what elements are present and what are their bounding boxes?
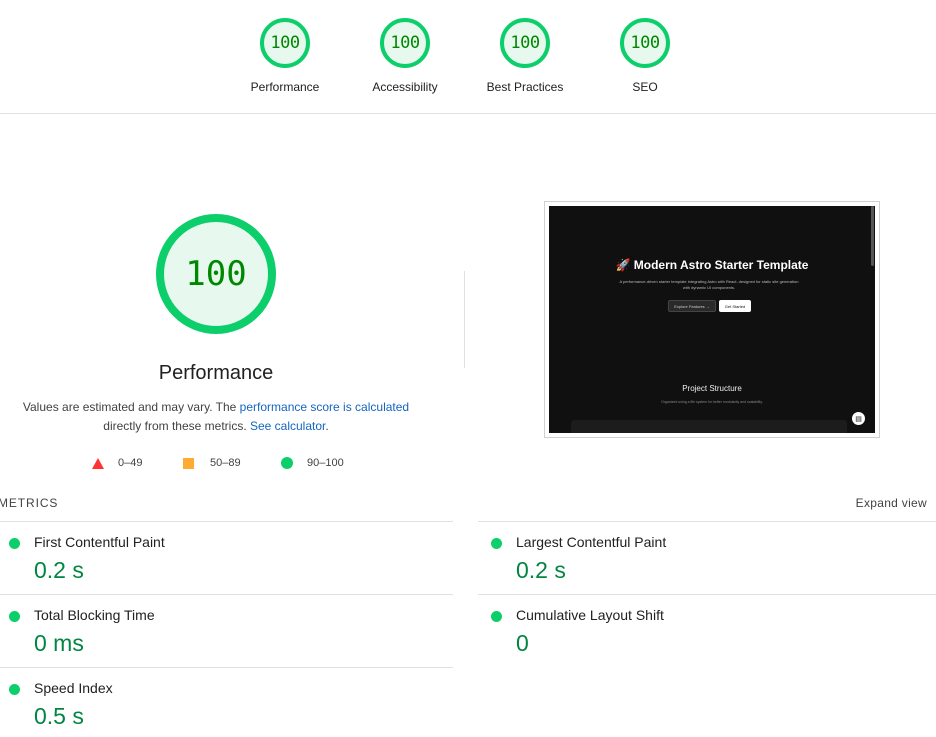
metric-name: Largest Contentful Paint — [516, 534, 667, 550]
triangle-icon — [92, 457, 104, 469]
screenshot-explore-button: Explore Features → — [668, 300, 716, 312]
gauge-label: SEO — [632, 80, 658, 94]
final-screenshot[interactable]: 🚀 Modern Astro Starter Template A perfor… — [544, 201, 880, 438]
gauge-score: 100 — [270, 33, 300, 53]
screenshot-heading: 🚀 Modern Astro Starter Template — [615, 258, 809, 272]
metric-name: Speed Index — [34, 680, 113, 696]
pass-circle-icon — [9, 538, 20, 549]
desc-text: Values are estimated and may vary. The — [22, 400, 240, 414]
performance-gauge: 100 — [156, 214, 276, 334]
performance-score: 100 — [185, 254, 247, 294]
pass-circle-icon — [9, 684, 20, 695]
screenshot-image: 🚀 Modern Astro Starter Template A perfor… — [549, 206, 875, 433]
performance-title: Performance — [158, 362, 274, 384]
metric-value: 0.5 s — [34, 703, 84, 729]
metric-total-blocking-time: Total Blocking Time 0 ms — [0, 594, 453, 667]
chat-icon: ▤ — [852, 412, 865, 425]
category-gauges: 100 Performance 100 Accessibility 100 Be… — [0, 0, 936, 114]
gauge-ring: 100 — [620, 18, 670, 68]
metric-cumulative-layout-shift: Cumulative Layout Shift 0 — [478, 594, 936, 667]
gauge-accessibility[interactable]: 100 Accessibility — [345, 18, 465, 94]
metric-value: 0.2 s — [516, 557, 566, 583]
metric-name: Total Blocking Time — [34, 607, 155, 623]
metric-speed-index: Speed Index 0.5 s — [0, 667, 453, 737]
metrics-heading: METRICS — [0, 496, 59, 510]
performance-score-link[interactable]: performance score is calculated — [240, 400, 409, 414]
gauge-performance[interactable]: 100 Performance — [225, 18, 345, 94]
screenshot-subtext: A performance-driven starter template in… — [619, 279, 799, 290]
performance-description: Values are estimated and may vary. The p… — [16, 398, 416, 436]
metric-first-contentful-paint: First Contentful Paint 0.2 s — [0, 521, 453, 594]
gauge-ring: 100 — [380, 18, 430, 68]
legend-fail: 0–49 — [92, 457, 142, 469]
legend-average-label: 50–89 — [210, 457, 241, 469]
metric-name: First Contentful Paint — [34, 534, 165, 550]
desc-text: . — [325, 419, 329, 433]
gauge-score: 100 — [390, 33, 420, 53]
gauge-seo[interactable]: 100 SEO — [585, 18, 705, 94]
gauge-label: Best Practices — [486, 80, 564, 94]
gauge-best-practices[interactable]: 100 Best Practices — [465, 18, 585, 94]
metric-value: 0 — [516, 630, 529, 656]
gauge-ring: 100 — [500, 18, 550, 68]
legend-average: 50–89 — [183, 457, 241, 469]
pass-circle-icon — [491, 611, 502, 622]
gauge-label: Performance — [250, 80, 320, 94]
metric-largest-contentful-paint: Largest Contentful Paint 0.2 s — [478, 521, 936, 594]
gauge-score: 100 — [630, 33, 660, 53]
gauge-label: Accessibility — [372, 80, 438, 94]
see-calculator-link[interactable]: See calculator — [250, 419, 325, 433]
metric-value: 0.2 s — [34, 557, 84, 583]
vertical-divider — [464, 271, 465, 368]
pass-circle-icon — [491, 538, 502, 549]
gauge-score: 100 — [510, 33, 540, 53]
expand-view-toggle[interactable]: Expand view — [856, 496, 927, 510]
screenshot-section-heading: Project Structure — [682, 384, 742, 393]
square-icon — [183, 457, 194, 469]
gauge-ring: 100 — [260, 18, 310, 68]
legend-pass-label: 90–100 — [307, 457, 344, 469]
screenshot-get-started-button: Get Started — [719, 300, 751, 312]
pass-circle-icon — [9, 611, 20, 622]
circle-icon — [281, 457, 293, 469]
metric-value: 0 ms — [34, 630, 84, 656]
screenshot-card — [571, 420, 847, 433]
legend-pass: 90–100 — [281, 457, 344, 469]
screenshot-section-subtext: Organized using a file system for better… — [661, 400, 763, 404]
desc-text: directly from these metrics. — [103, 419, 250, 433]
legend-fail-label: 0–49 — [118, 457, 143, 469]
metric-name: Cumulative Layout Shift — [516, 607, 664, 623]
screenshot-scrollbar — [871, 206, 874, 266]
